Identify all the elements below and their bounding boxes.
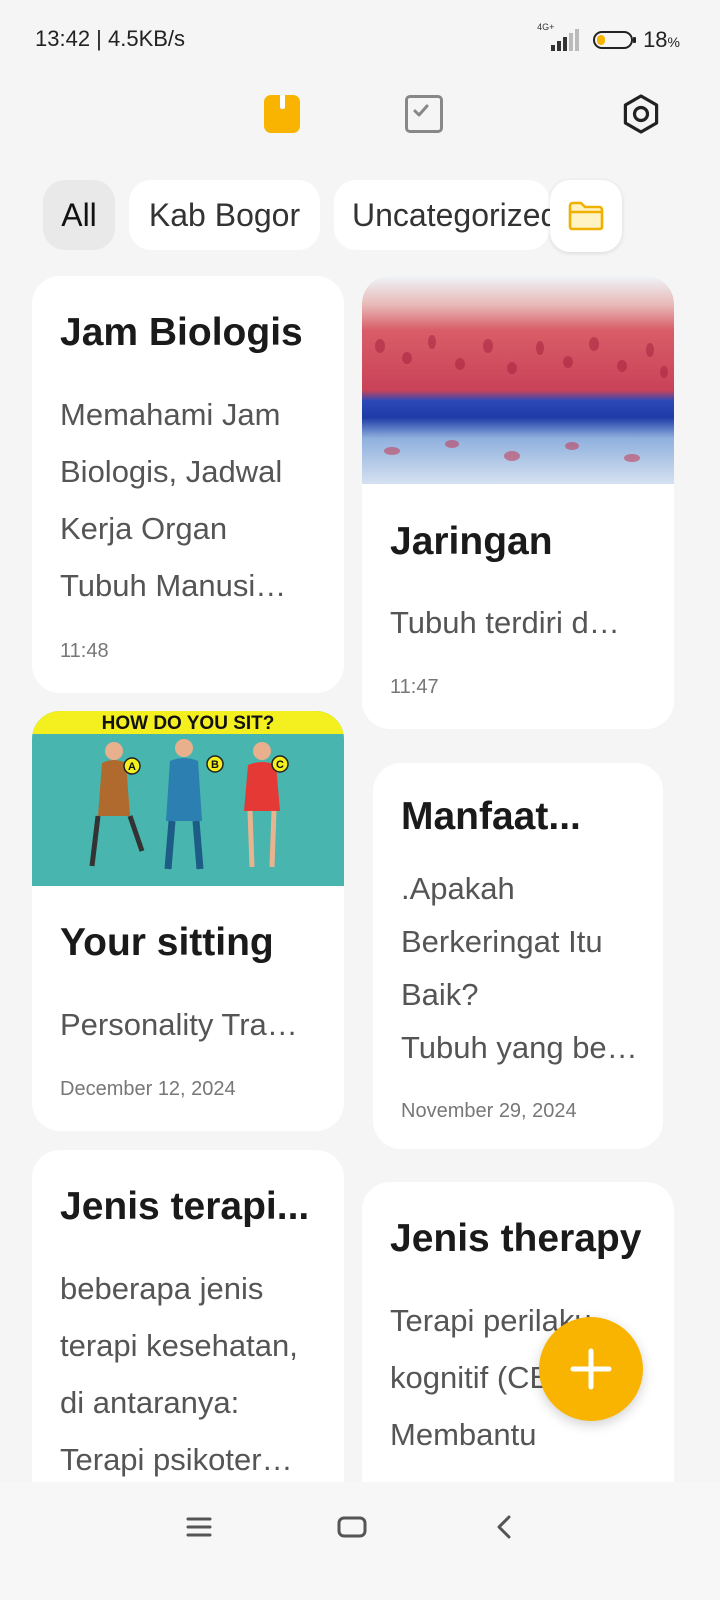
notes-icon [264,95,300,133]
sitting-poses-image: HOW DO YOU SIT? A B C [32,711,344,886]
note-date: 11:48 [60,640,109,662]
note-title: Manfaat... [401,795,581,838]
note-preview: Personality Tra… [60,1007,298,1042]
signal-icon: 4G+ [537,23,583,53]
note-preview: Memahami Jam Biologis, Jadwal Kerja Orga… [60,397,287,603]
note-card[interactable]: HOW DO YOU SIT? A B C Your sitting Perso… [32,711,344,1131]
note-title: Jam Biologis [60,311,303,354]
back-button[interactable] [474,1502,534,1552]
notes-tab-button[interactable] [258,90,306,138]
settings-icon [623,94,659,134]
note-title: Jenis therapy [390,1217,642,1260]
chip-all[interactable]: All [43,180,115,250]
system-nav-bar [0,1482,720,1600]
pose-label: C [276,759,284,771]
chip-uncategorized[interactable]: Uncategorized [334,180,550,250]
note-card[interactable]: Jam Biologis Memahami Jam Biologis, Jadw… [32,276,344,693]
settings-button[interactable] [617,90,665,138]
back-icon [497,1515,511,1539]
category-filter-bar: All Kab Bogor Uncategorized [0,180,720,252]
pose-label: A [128,761,136,773]
note-preview: Tubuh terdiri d… [390,605,620,640]
pose-label: B [211,759,219,771]
status-bar: 13:42 | 4.5KB/s 4G+ 18% [0,0,720,84]
tissue-image [362,276,674,484]
add-note-button[interactable] [539,1317,643,1421]
battery-icon [593,31,637,49]
note-preview: beberapa jenis terapi kesehatan, di anta… [60,1271,298,1477]
status-indicators: 4G+ 18% [537,23,680,56]
top-toolbar [0,84,720,144]
manage-folders-button[interactable] [550,180,622,252]
battery-percent: 18% [643,27,680,52]
tasks-icon [405,95,443,133]
home-button[interactable] [322,1502,382,1552]
note-preview: .Apakah Berkeringat Itu Baik? Tubuh yang… [401,871,638,1065]
home-icon [337,1516,367,1538]
note-date: 11:47 [390,676,439,698]
menu-icon [186,1517,212,1537]
tasks-tab-button[interactable] [400,90,448,138]
notes-app-screen: 13:42 | 4.5KB/s 4G+ 18% All Kab Bogor Un… [0,0,720,1600]
category-chips[interactable]: All Kab Bogor Uncategorized [0,180,550,252]
note-title: Your sitting [60,921,274,964]
plus-icon [570,1348,612,1390]
note-date: November 29, 2024 [401,1100,577,1122]
note-card[interactable]: Jaringan Tubuh terdiri d… 11:47 [362,276,674,729]
note-card[interactable]: Jenis terapi... beberapa jenis terapi ke… [32,1150,344,1510]
status-time: 13:42 | 4.5KB/s [35,26,186,51]
note-date: December 12, 2024 [60,1078,236,1100]
folder-icon [568,201,604,231]
note-title: Jenis terapi... [60,1185,310,1228]
image-caption: HOW DO YOU SIT? [102,713,275,734]
note-title: Jaringan [390,520,553,563]
recents-button[interactable] [169,1502,229,1552]
battery-level [597,35,606,45]
note-card[interactable]: Manfaat... .Apakah Berkeringat Itu Baik?… [373,763,663,1149]
chip-kab-bogor[interactable]: Kab Bogor [129,180,320,250]
